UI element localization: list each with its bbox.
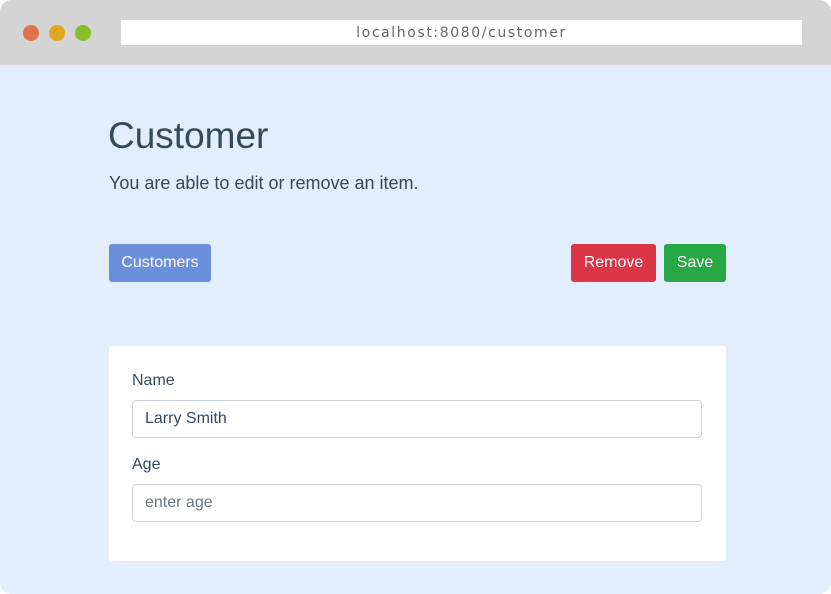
address-bar[interactable]: localhost:8080/customer [121, 20, 802, 45]
age-field[interactable] [132, 484, 702, 522]
browser-titlebar: localhost:8080/customer [0, 0, 831, 65]
save-button[interactable]: Save [664, 244, 726, 282]
browser-window: localhost:8080/customer Customer You are… [0, 0, 831, 594]
name-label: Name [132, 372, 175, 389]
age-label: Age [132, 456, 161, 473]
customer-form-card: Name Age [109, 346, 726, 561]
close-window-icon[interactable] [23, 25, 39, 41]
maximize-window-icon[interactable] [75, 25, 91, 41]
remove-button[interactable]: Remove [571, 244, 656, 282]
minimize-window-icon[interactable] [49, 25, 65, 41]
page-subtitle: You are able to edit or remove an item. [109, 173, 419, 193]
page-title: Customer [108, 115, 269, 156]
customers-button[interactable]: Customers [109, 244, 211, 282]
page-content: Customer You are able to edit or remove … [0, 65, 831, 594]
name-field[interactable] [132, 400, 702, 438]
